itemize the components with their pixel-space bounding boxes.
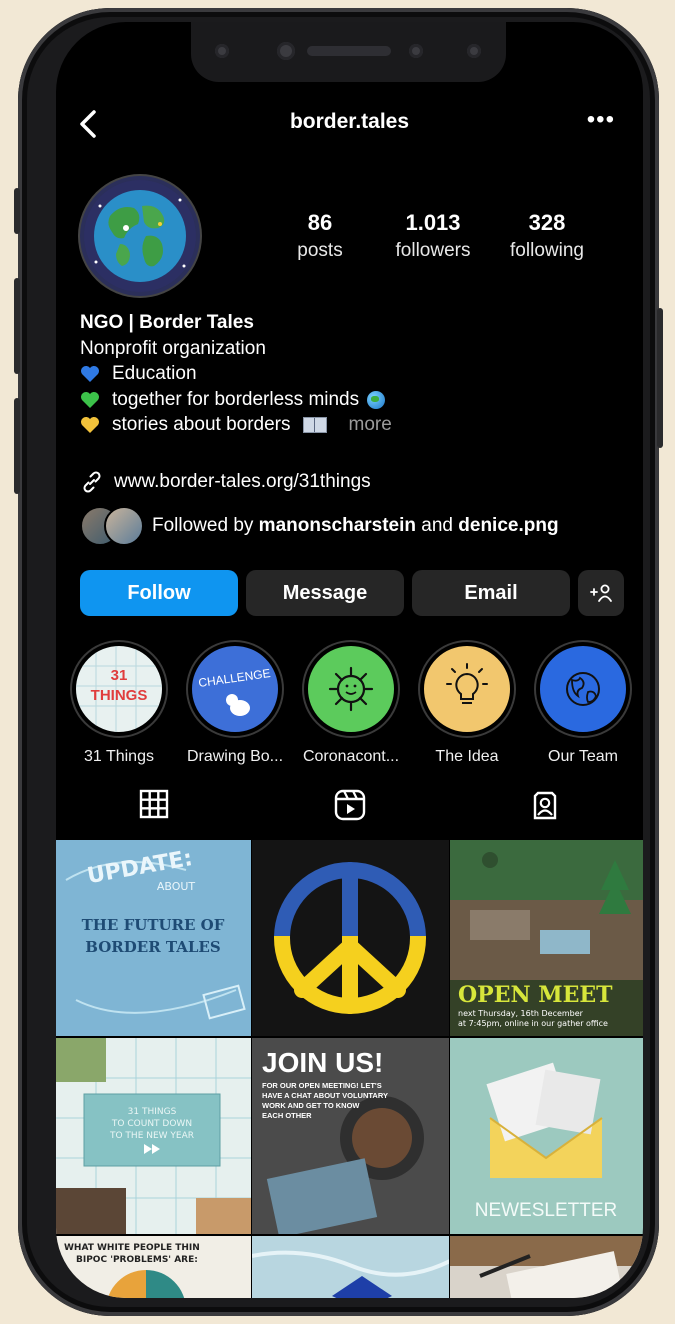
post-text: NEWESLETTER: [475, 1200, 618, 1221]
highlight-cover: [536, 642, 630, 736]
avatar: [104, 506, 144, 546]
profile-stats: 86 posts 1.013 followers 328 following: [266, 210, 626, 270]
book-icon: [302, 417, 327, 434]
stat-posts[interactable]: 86 posts: [265, 210, 375, 262]
post-tile[interactable]: JOIN US! FOR OUR OPEN MEETING! LET'S HAV…: [252, 1038, 449, 1234]
svg-text:31: 31: [111, 667, 128, 684]
profile-name: NGO | Border Tales: [80, 312, 254, 333]
post-tile[interactable]: WHAT WHITE PEOPLE THIN BIPOC 'PROBLEMS' …: [56, 1236, 251, 1298]
ellipsis-icon[interactable]: •••: [587, 106, 615, 134]
globe-icon: [367, 390, 386, 409]
blue-heart-icon: [81, 365, 99, 382]
highlight-cover: 31 THINGS: [72, 642, 166, 736]
profile-link[interactable]: www.border-tales.org/31things: [80, 470, 371, 494]
reels-icon[interactable]: [333, 788, 367, 822]
svg-text:CHALLENGE: CHALLENGE: [197, 666, 271, 690]
post-tile[interactable]: UPDATE: ABOUT THE FUTURE OF BORDER TALES: [56, 840, 251, 1036]
virus-icon: [328, 666, 374, 712]
message-button[interactable]: Message: [246, 570, 404, 616]
profile-category: Nonprofit organization: [80, 337, 266, 359]
post-text: EACH OTHER: [262, 1111, 312, 1120]
post-text: ABOUT: [157, 880, 196, 893]
svg-text:THINGS: THINGS: [91, 687, 148, 704]
stat-following[interactable]: 328 following: [492, 210, 602, 262]
profile-username: border.tales: [289, 110, 410, 133]
followed-by[interactable]: Followed by manonscharstein and denice.p…: [80, 506, 559, 546]
post-tile[interactable]: [450, 1236, 643, 1298]
post-text: TO THE NEW YEAR: [109, 1131, 194, 1141]
green-heart-icon: [81, 391, 99, 408]
bio-more-link[interactable]: more: [349, 412, 392, 438]
lightbulb-icon: [446, 663, 488, 704]
post-text: BORDER TALES: [85, 938, 220, 956]
notch: [191, 22, 506, 82]
story-highlights: 31 THINGS 31 Things CHALLENGE Drawing Bo…: [56, 642, 643, 765]
profile-tabs: [56, 788, 643, 832]
highlight-31-things[interactable]: 31 THINGS 31 Things: [64, 642, 174, 766]
post-tile[interactable]: [252, 1236, 449, 1298]
post-tile[interactable]: OPEN MEET next Thursday, 16th December a…: [450, 840, 643, 1036]
yellow-heart-icon: [81, 417, 99, 434]
post-text: BIPOC 'PROBLEMS' ARE:: [76, 1255, 198, 1265]
highlight-drawing[interactable]: CHALLENGE Drawing Bo...: [180, 642, 290, 766]
highlight-team[interactable]: Our Team: [528, 642, 638, 766]
post-text: WHAT WHITE PEOPLE THIN: [64, 1243, 200, 1253]
profile-header: border.tales •••: [56, 106, 643, 146]
post-text: next Thursday, 16th December: [458, 1009, 584, 1018]
posts-grid: UPDATE: ABOUT THE FUTURE OF BORDER TALES: [56, 840, 643, 1298]
add-person-button[interactable]: [578, 570, 624, 616]
post-text: OPEN MEET: [458, 982, 613, 1008]
profile-avatar[interactable]: [80, 176, 200, 296]
highlight-cover: CHALLENGE: [188, 642, 282, 736]
post-text: HAVE A CHAT ABOUT VOLUNTARY: [262, 1091, 388, 1100]
highlight-corona[interactable]: Coronacont...: [296, 642, 406, 766]
post-tile[interactable]: 31 THINGS TO COUNT DOWN TO THE NEW YEAR: [56, 1038, 251, 1234]
tagged-icon[interactable]: [528, 788, 562, 822]
post-text: THE FUTURE OF: [82, 916, 225, 934]
bio-line: together for borderless minds: [80, 387, 620, 413]
volume-up-button: [14, 278, 20, 374]
post-text: JOIN US!: [262, 1047, 383, 1078]
app-screen: border.tales ••• 86 posts 1.013 follower…: [56, 22, 643, 1298]
grid-icon[interactable]: [138, 788, 170, 820]
action-buttons: Follow Message Email: [80, 570, 626, 616]
post-text: 31 THINGS: [128, 1107, 177, 1117]
highlight-idea[interactable]: The Idea: [412, 642, 522, 766]
highlight-cover: [304, 642, 398, 736]
post-text: TO COUNT DOWN: [111, 1119, 192, 1129]
peace-sign-icon: [274, 862, 426, 1014]
bio-line: Education: [80, 361, 620, 387]
highlight-cover: [420, 642, 514, 736]
link-icon: [83, 471, 101, 493]
post-text: WORK AND GET TO KNOW: [262, 1101, 360, 1110]
volume-down-button: [14, 398, 20, 494]
stat-followers[interactable]: 1.013 followers: [378, 210, 488, 262]
post-tile[interactable]: NEWESLETTER: [450, 1038, 643, 1234]
post-text: at 7:45pm, online in our gather office: [458, 1019, 608, 1028]
globe-icon: [566, 672, 600, 706]
bio-line: stories about borders more: [80, 412, 620, 438]
post-tile[interactable]: [252, 840, 449, 1036]
email-button[interactable]: Email: [412, 570, 570, 616]
mute-switch: [14, 188, 20, 234]
follow-button[interactable]: Follow: [80, 570, 238, 616]
post-text: FOR OUR OPEN MEETING! LET'S: [262, 1081, 382, 1090]
profile-bio: NGO | Border Tales Nonprofit organizatio…: [80, 310, 620, 438]
power-button: [657, 308, 663, 448]
add-person-icon: [590, 584, 612, 602]
